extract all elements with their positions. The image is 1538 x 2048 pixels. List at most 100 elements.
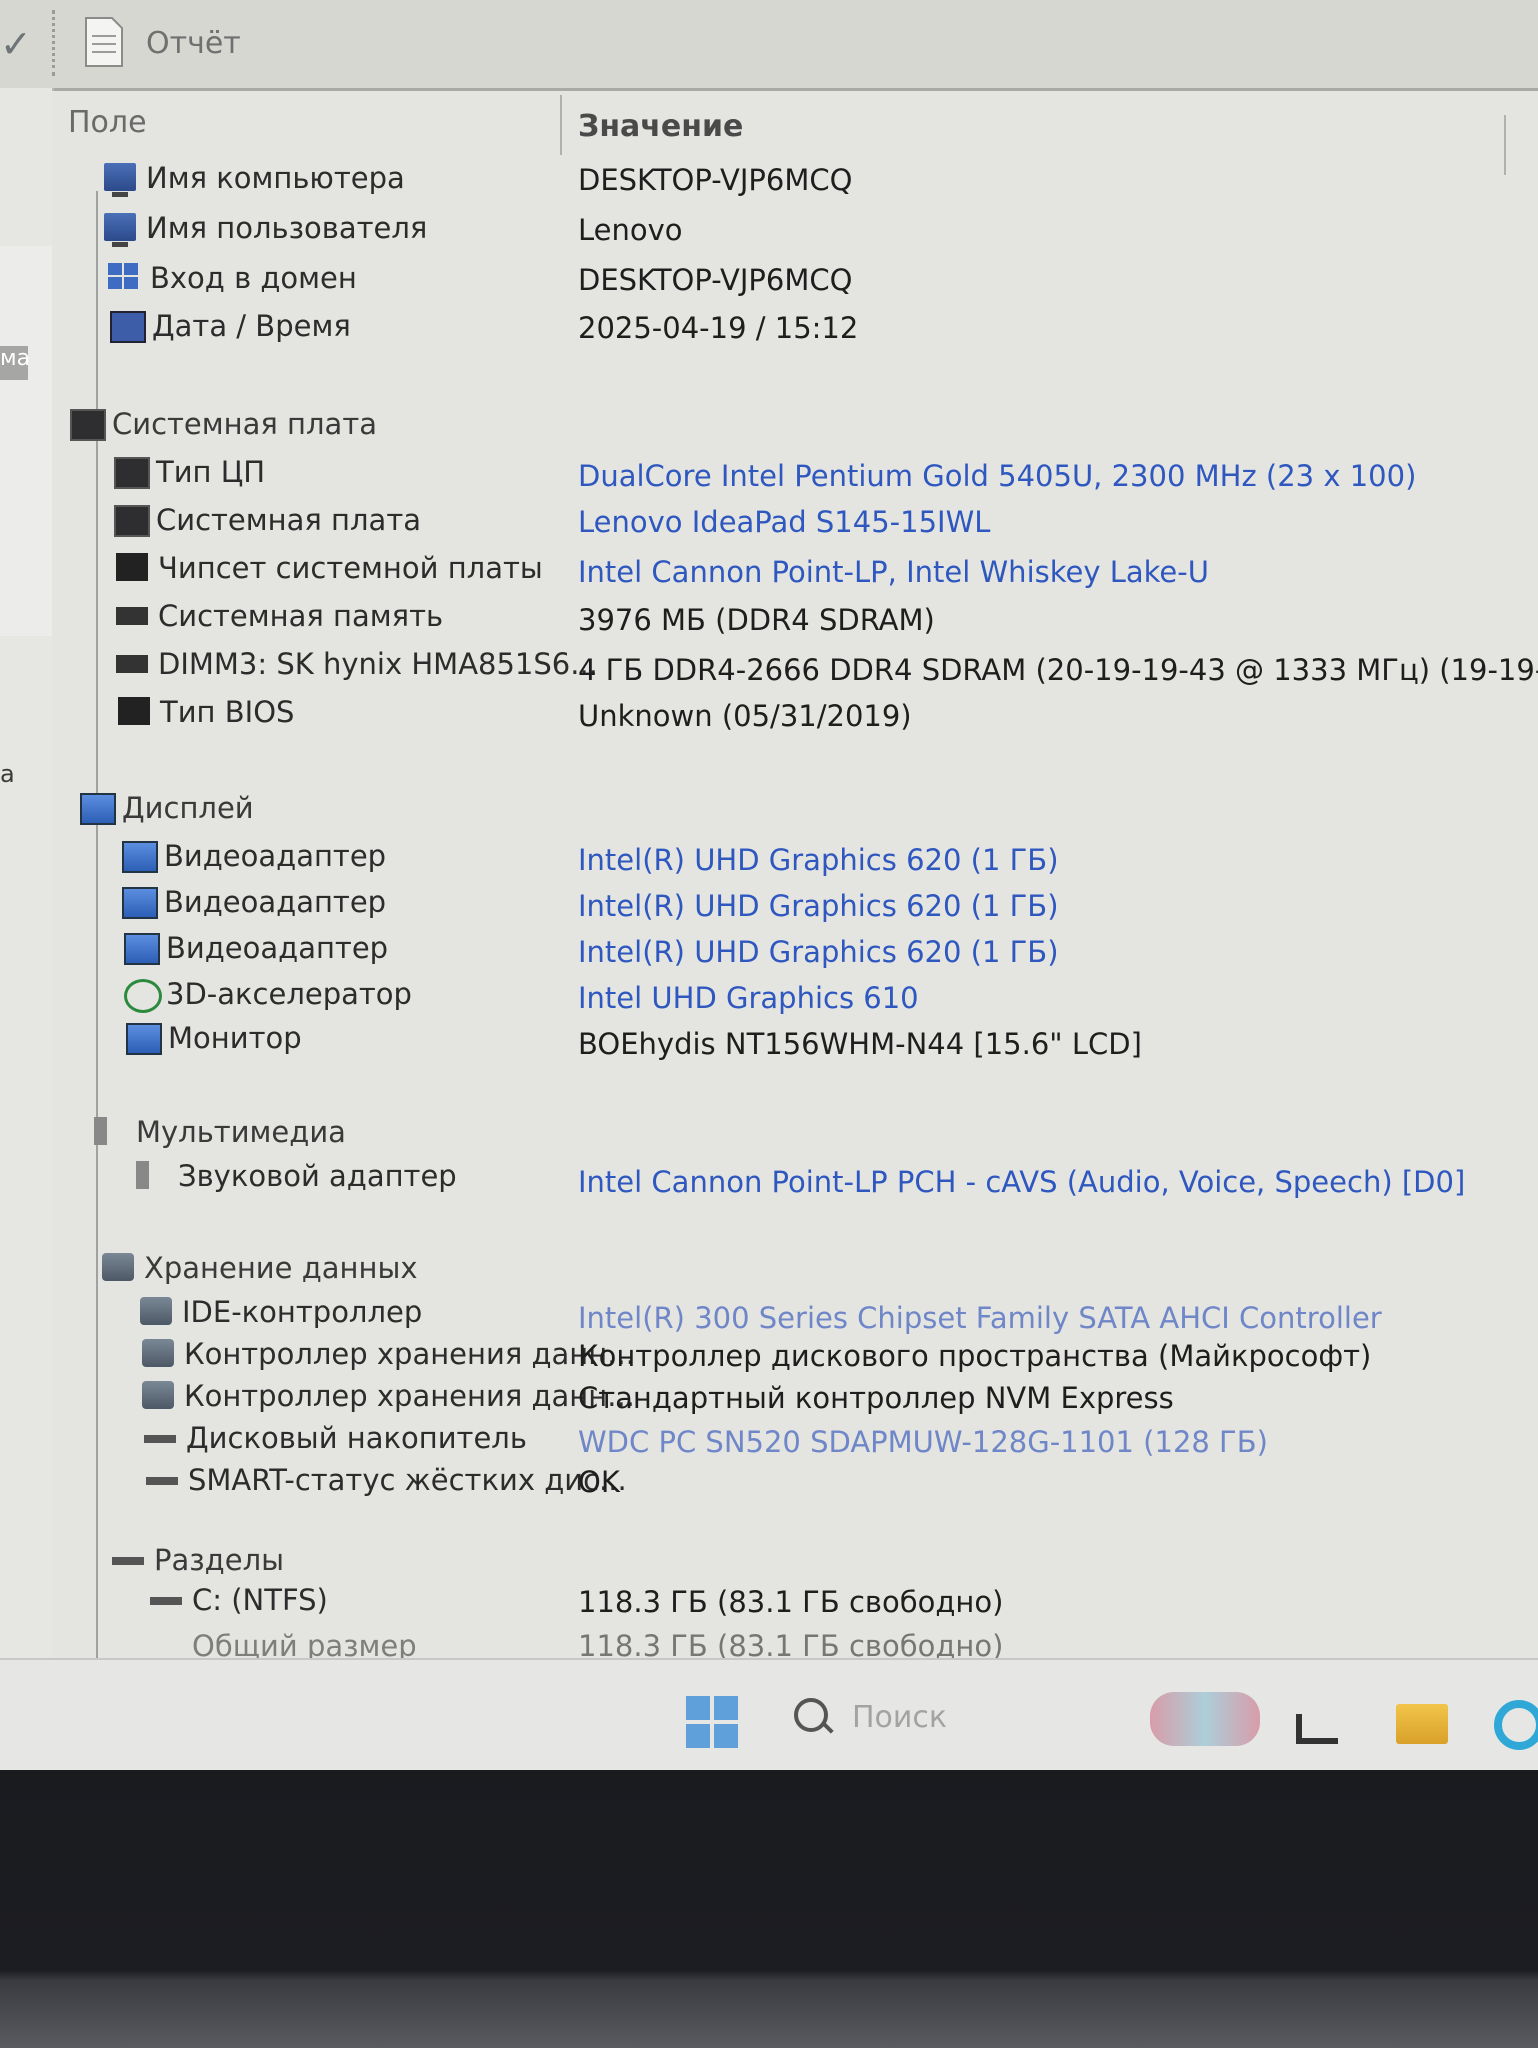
table-row[interactable]: Дата / Время 2025-04-19 / 15:12 bbox=[110, 307, 1510, 347]
table-row[interactable]: Видеоадаптер Intel(R) UHD Graphics 620 (… bbox=[122, 837, 1522, 877]
user-computer-icon bbox=[104, 213, 136, 247]
field-value-link[interactable]: Intel Cannon Point-LP, Intel Whiskey Lak… bbox=[578, 555, 1209, 589]
table-row[interactable]: IDE-контроллер Intel(R) 300 Series Chips… bbox=[140, 1293, 1538, 1335]
left-panel-selection bbox=[0, 246, 52, 636]
field-label: Системная память bbox=[158, 599, 444, 633]
field-value-link[interactable]: Intel(R) UHD Graphics 620 (1 ГБ) bbox=[578, 935, 1059, 969]
field-label: Имя пользователя bbox=[146, 211, 428, 245]
domain-icon bbox=[108, 263, 140, 291]
table-row[interactable]: SMART-статус жёстких дис... OK bbox=[146, 1461, 1538, 1501]
group-label: Разделы bbox=[154, 1543, 285, 1577]
field-label: Общий размер bbox=[192, 1629, 417, 1658]
group-row[interactable]: Мультимедиа bbox=[94, 1113, 1494, 1153]
left-navigation-panel[interactable]: ма а bbox=[0, 88, 54, 1658]
field-value: 118.3 ГБ (83.1 ГБ свободно) bbox=[578, 1585, 1004, 1619]
table-row[interactable]: Дисковый накопитель WDC PC SN520 SDAPMUW… bbox=[144, 1419, 1538, 1459]
group-row[interactable]: Дисплей bbox=[80, 789, 1480, 829]
table-row[interactable]: Имя пользователя Lenovo bbox=[104, 209, 1504, 249]
field-label: Системная плата bbox=[156, 503, 421, 537]
field-value: 118.3 ГБ (83.1 ГБ свободно) bbox=[578, 1629, 1004, 1658]
field-label: Видеоадаптер bbox=[166, 931, 389, 965]
table-row[interactable]: Видеоадаптер Intel(R) UHD Graphics 620 (… bbox=[122, 883, 1522, 923]
report-button-label[interactable]: Отчёт bbox=[146, 26, 241, 61]
field-label: Звуковой адаптер bbox=[178, 1159, 457, 1193]
speaker-icon bbox=[94, 1117, 126, 1145]
ide-controller-icon bbox=[140, 1297, 172, 1325]
checkmark-icon[interactable]: ✓ bbox=[0, 22, 32, 66]
file-explorer-icon[interactable] bbox=[1396, 1704, 1448, 1744]
field-value: OK bbox=[578, 1465, 620, 1499]
field-value: Unknown (05/31/2019) bbox=[578, 699, 912, 733]
calendar-icon bbox=[110, 311, 146, 343]
taskbar-search-box[interactable]: Поиск bbox=[852, 1700, 947, 1735]
field-label: Видеоадаптер bbox=[164, 839, 387, 873]
memory-icon bbox=[116, 607, 148, 625]
toolbar-divider bbox=[52, 10, 55, 76]
toolbar: ✓ Отчёт bbox=[0, 0, 1538, 91]
table-row[interactable]: Системная плата Lenovo IdeaPad S145-15IW… bbox=[114, 501, 1514, 541]
computer-icon bbox=[104, 163, 136, 197]
table-row[interactable]: Видеоадаптер Intel(R) UHD Graphics 620 (… bbox=[124, 929, 1524, 969]
table-row[interactable]: Монитор BOEhydis NT156WHM-N44 [15.6" LCD… bbox=[126, 1019, 1526, 1061]
field-value-link[interactable]: DualCore Intel Pentium Gold 5405U, 2300 … bbox=[578, 459, 1416, 493]
column-header-value[interactable]: Значение bbox=[578, 109, 743, 144]
speaker-icon bbox=[136, 1161, 168, 1189]
field-value: Lenovo bbox=[578, 213, 683, 247]
table-row[interactable]: 3D-акселератор Intel UHD Graphics 610 bbox=[124, 975, 1524, 1015]
field-label: Имя компьютера bbox=[146, 161, 405, 195]
field-value-link[interactable]: Lenovo IdeaPad S145-15IWL bbox=[578, 505, 990, 539]
table-row[interactable]: Контроллер хранения данн... Контроллер д… bbox=[142, 1335, 1538, 1375]
field-value: DESKTOP-VJP6MCQ bbox=[578, 263, 853, 297]
table-row[interactable]: DIMM3: SK hynix HMA851S6... 4 ГБ DDR4-26… bbox=[116, 645, 1538, 687]
group-row[interactable]: Хранение данных bbox=[102, 1249, 1502, 1289]
left-panel-item[interactable]: а bbox=[0, 760, 15, 788]
field-label: Контроллер хранения данн... bbox=[184, 1337, 635, 1371]
table-row[interactable]: Звуковой адаптер Intel Cannon Point-LP P… bbox=[136, 1157, 1538, 1199]
table-row[interactable]: Тип ЦП DualCore Intel Pentium Gold 5405U… bbox=[114, 453, 1514, 493]
windows-start-icon[interactable] bbox=[686, 1696, 738, 1748]
column-header-field[interactable]: Поле bbox=[68, 105, 147, 140]
field-value-link[interactable]: WDC PC SN520 SDAPMUW-128G-1101 (128 ГБ) bbox=[578, 1425, 1268, 1459]
storage-controller-icon bbox=[142, 1339, 174, 1367]
field-label: Монитор bbox=[168, 1021, 302, 1055]
group-label: Хранение данных bbox=[144, 1251, 418, 1285]
column-separator[interactable] bbox=[560, 95, 562, 155]
table-row[interactable]: Чипсет системной платы Intel Cannon Poin… bbox=[116, 549, 1516, 589]
table-row[interactable]: C: (NTFS) 118.3 ГБ (83.1 ГБ свободно) bbox=[150, 1581, 1538, 1621]
laptop-bezel bbox=[0, 1770, 1538, 2048]
field-value: DESKTOP-VJP6MCQ bbox=[578, 163, 853, 197]
widgets-app-icon[interactable] bbox=[1150, 1692, 1260, 1746]
search-icon[interactable] bbox=[794, 1698, 828, 1732]
chipset-icon bbox=[116, 553, 148, 581]
group-label: Мультимедиа bbox=[136, 1115, 346, 1149]
motherboard-icon bbox=[70, 409, 106, 441]
table-row[interactable]: Имя компьютера DESKTOP-VJP6MCQ bbox=[104, 159, 1504, 199]
group-row[interactable]: Разделы bbox=[112, 1541, 1512, 1581]
report-icon[interactable] bbox=[84, 16, 124, 68]
table-row[interactable]: Тип BIOS Unknown (05/31/2019) bbox=[118, 693, 1518, 733]
aida-app-icon[interactable] bbox=[1296, 1714, 1338, 1744]
field-value-link[interactable]: Intel Cannon Point-LP PCH - cAVS (Audio,… bbox=[578, 1165, 1465, 1199]
left-panel-item[interactable]: ма bbox=[0, 346, 28, 380]
field-value-link[interactable]: Intel(R) UHD Graphics 620 (1 ГБ) bbox=[578, 843, 1059, 877]
column-separator[interactable] bbox=[1504, 115, 1506, 175]
memory-module-icon bbox=[116, 655, 148, 673]
video-adapter-icon bbox=[124, 933, 160, 965]
bios-chip-icon bbox=[118, 697, 150, 725]
table-row[interactable]: Вход в домен DESKTOP-VJP6MCQ bbox=[108, 259, 1508, 299]
field-value-link[interactable]: Intel UHD Graphics 610 bbox=[578, 981, 919, 1015]
field-label: SMART-статус жёстких дис... bbox=[188, 1463, 627, 1497]
table-row[interactable]: Общий размер 118.3 ГБ (83.1 ГБ свободно) bbox=[150, 1627, 1538, 1658]
field-label: C: (NTFS) bbox=[192, 1583, 328, 1617]
taskbar: Поиск bbox=[0, 1658, 1538, 1770]
field-value-link[interactable]: Intel(R) UHD Graphics 620 (1 ГБ) bbox=[578, 889, 1059, 923]
field-value-link[interactable]: Intel(R) 300 Series Chipset Family SATA … bbox=[578, 1301, 1382, 1335]
table-row[interactable]: Контроллер хранения данн... Стандартный … bbox=[142, 1377, 1538, 1417]
disk-drive-icon bbox=[146, 1477, 178, 1485]
cpu-icon bbox=[114, 457, 150, 489]
field-label: Контроллер хранения данн... bbox=[184, 1379, 635, 1413]
table-row[interactable]: Системная память 3976 МБ (DDR4 SDRAM) bbox=[116, 597, 1516, 637]
group-row[interactable]: Системная плата bbox=[70, 405, 1470, 445]
edge-browser-icon[interactable] bbox=[1494, 1700, 1538, 1750]
field-label: Дата / Время bbox=[152, 309, 351, 343]
